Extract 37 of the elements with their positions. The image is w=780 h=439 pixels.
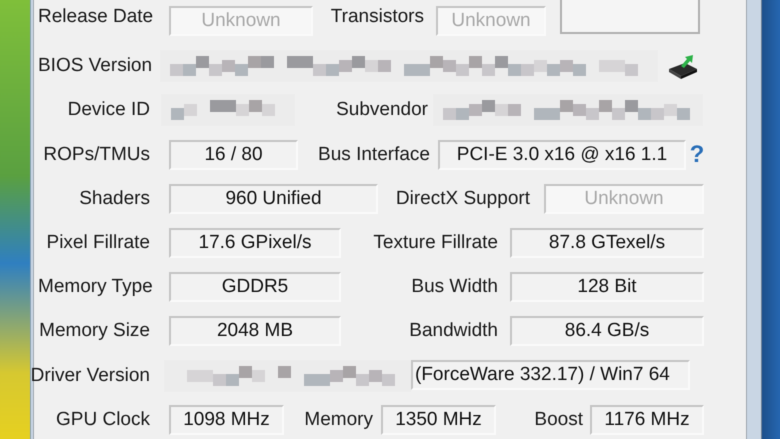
field-label: Bus Width [410,276,498,298]
value-field: 17.6 GPixel/s [169,228,341,258]
field-label: Shaders [78,188,150,210]
field-label: Device ID [66,99,150,122]
field-label: ROPs/TMUs [42,144,150,166]
value-field: (ForceWare 332.17) / Win7 64 [411,360,690,390]
field-label: Memory Type [38,276,150,298]
value-field: Unknown [544,184,704,214]
field-label: Pixel Fillrate [46,232,150,254]
field-label: Bandwidth [408,320,498,342]
field-label: Subvendor [335,99,428,122]
value-field: Unknown [436,6,546,36]
value-field: 1350 MHz [381,404,496,435]
field-label: Transistors [330,6,424,28]
value-field: GDDR5 [169,272,341,302]
field-label: DirectX Support [394,188,530,210]
chip-arrow-icon[interactable] [667,53,699,80]
value-field: 86.4 GB/s [510,316,704,346]
field-label: GPU Clock [55,408,150,431]
value-field: 960 Unified [169,184,378,214]
help-link[interactable]: ? [688,140,706,169]
field-label: Memory Size [38,320,150,342]
value-field: 128 Bit [510,272,704,302]
field-label: Texture Fillrate [372,232,498,254]
field-label: Release Date [38,6,150,28]
value-field: Unknown [169,6,313,36]
field-label: Memory [303,408,373,431]
value-field: 87.8 GTexel/s [510,228,704,258]
field-label: Boost [533,408,583,431]
field-label: Bus Interface [317,144,430,166]
value-field: 16 / 80 [169,140,298,170]
value-field: 1176 MHz [590,404,704,435]
field-label: BIOS Version [38,55,150,78]
value-field: 1098 MHz [169,404,284,435]
field-label: Driver Version [30,364,150,387]
value-field: PCI-E 3.0 x16 @ x16 1.1 [438,140,686,170]
value-field: 2048 MB [169,316,341,346]
